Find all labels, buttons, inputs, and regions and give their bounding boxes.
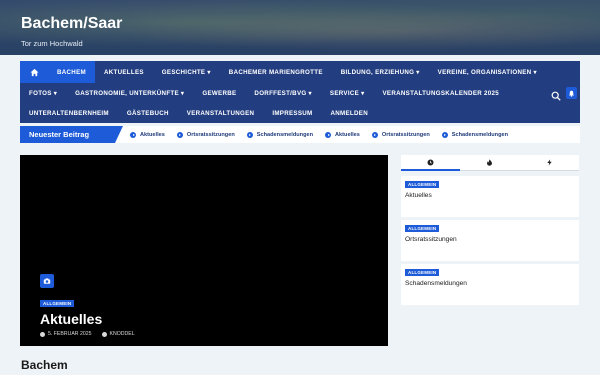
home-icon [29,68,39,76]
home-button[interactable] [20,61,48,83]
post-date[interactable]: 5. FEBRUAR 2025 [40,331,92,337]
sidebar-post-card[interactable]: ALLGEMEIN Aktuelles [401,176,579,217]
sidebar-post-card[interactable]: ALLGEMEIN Schadensmeldungen [401,264,579,305]
nav-item-veranstaltungskalender[interactable]: VERANSTALTUNGSKALENDER 2025 [374,83,509,103]
nav-item-service[interactable]: SERVICE ▾ [321,83,374,103]
post-meta: 5. FEBRUAR 2025 KNODDEL [40,331,145,337]
nav-row-1: BACHEM AKTUELLES GESCHICHTE ▾ BACHEMER M… [20,61,546,83]
camera-icon [43,278,51,284]
nav-item-bachem[interactable]: BACHEM [48,61,95,83]
ticker-item-label: Ortsratssitzungen [381,131,430,138]
ticker-label: Neuester Beitrag [20,126,123,143]
play-icon [325,131,332,138]
post-author-text: KNODDEL [109,331,135,337]
play-icon [371,131,378,138]
featured-post[interactable]: ALLGEMEIN Aktuelles 5. FEBRUAR 2025 KNOD… [20,155,388,346]
search-button[interactable] [551,88,561,101]
search-icon [551,91,561,101]
nav-item-gastronomie[interactable]: GASTRONOMIE, UNTERKÜNFTE ▾ [66,83,193,103]
clock-icon [427,158,434,166]
play-icon [130,131,136,138]
main-navigation: BACHEM AKTUELLES GESCHICHTE ▾ BACHEMER M… [20,61,580,123]
clock-icon [40,331,45,337]
site-tagline: Tor zum Hochwald [21,39,83,48]
play-icon [176,131,183,138]
tab-popular[interactable] [460,155,520,171]
ticker-item-label: Ortsratssitzungen [186,131,235,138]
nav-row-2: FOTOS ▾ GASTRONOMIE, UNTERKÜNFTE ▾ GEWER… [20,83,508,103]
bell-icon [569,90,574,97]
nav-item-mariengrotte[interactable]: BACHEMER MARIENGROTTE [220,61,332,83]
post-date-text: 5. FEBRUAR 2025 [48,331,92,337]
nav-item-impressum[interactable]: IMPRESSUM [263,103,321,123]
user-icon [101,331,107,337]
ticker-item[interactable]: Aktuelles [130,131,165,138]
ticker-items: Aktuelles Ortsratssitzungen Schadensmeld… [130,131,520,138]
ticker-item-label: Aktuelles [140,131,165,138]
play-icon [441,131,448,138]
nav-item-unteraltenbernheim[interactable]: UNTERALTENBERNHEIM [20,103,118,123]
ticker-item[interactable]: Aktuelles [325,131,360,138]
nav-item-bildung[interactable]: BILDUNG, ERZIEHUNG ▾ [332,61,429,83]
bolt-icon [547,159,552,166]
featured-post-title[interactable]: Aktuelles [40,311,102,327]
sidebar-post-title[interactable]: Ortsratssitzungen [405,236,457,243]
category-badge[interactable]: ALLGEMEIN [405,225,440,232]
ticker-item-label: Schadensmeldungen [256,131,314,138]
nav-item-veranstaltungen[interactable]: VERANSTALTUNGEN [178,103,264,123]
nav-row-3: UNTERALTENBERNHEIM GÄSTEBUCH VERANSTALTU… [20,103,377,123]
ticker-item[interactable]: Ortsratssitzungen [176,131,235,138]
nav-item-anmelden[interactable]: ANMELDEN [322,103,377,123]
ticker-item[interactable]: Schadensmeldungen [246,131,314,138]
post-author[interactable]: KNODDEL [101,331,135,337]
fire-icon [487,159,493,166]
nav-item-geschichte[interactable]: GESCHICHTE ▾ [153,61,220,83]
tab-trending[interactable] [519,155,579,171]
tab-recent[interactable] [401,155,461,171]
site-title[interactable]: Bachem/Saar [21,15,122,33]
nav-item-fotos[interactable]: FOTOS ▾ [20,83,66,103]
ticker-item-label: Schadensmeldungen [451,131,509,138]
ticker-item-label: Aktuelles [335,131,360,138]
nav-item-gaestebuch[interactable]: GÄSTEBUCH [118,103,178,123]
nav-item-aktuelles[interactable]: AKTUELLES [95,61,153,83]
notification-button[interactable] [566,87,577,99]
nav-item-gewerbe[interactable]: GEWERBE [193,83,245,103]
nav-item-vereine[interactable]: VEREINE, ORGANISATIONEN ▾ [429,61,546,83]
sidebar-post-title[interactable]: Aktuelles [405,192,432,199]
sidebar-post-title[interactable]: Schadensmeldungen [405,280,467,287]
post-format-badge [40,274,54,288]
ticker-item[interactable]: Ortsratssitzungen [371,131,430,138]
play-icon [246,131,253,138]
category-badge[interactable]: ALLGEMEIN [405,181,440,188]
latest-posts-ticker: Neuester Beitrag Aktuelles Ortsratssitzu… [20,126,580,143]
sidebar-tabs [401,155,579,171]
category-badge[interactable]: ALLGEMEIN [40,300,75,307]
category-badge[interactable]: ALLGEMEIN [405,269,440,276]
section-heading: Bachem [21,358,68,372]
nav-item-dorffest[interactable]: DORFFEST/BVG ▾ [245,83,321,103]
sidebar-post-card[interactable]: ALLGEMEIN Ortsratssitzungen [401,220,579,261]
ticker-item[interactable]: Schadensmeldungen [441,131,509,138]
